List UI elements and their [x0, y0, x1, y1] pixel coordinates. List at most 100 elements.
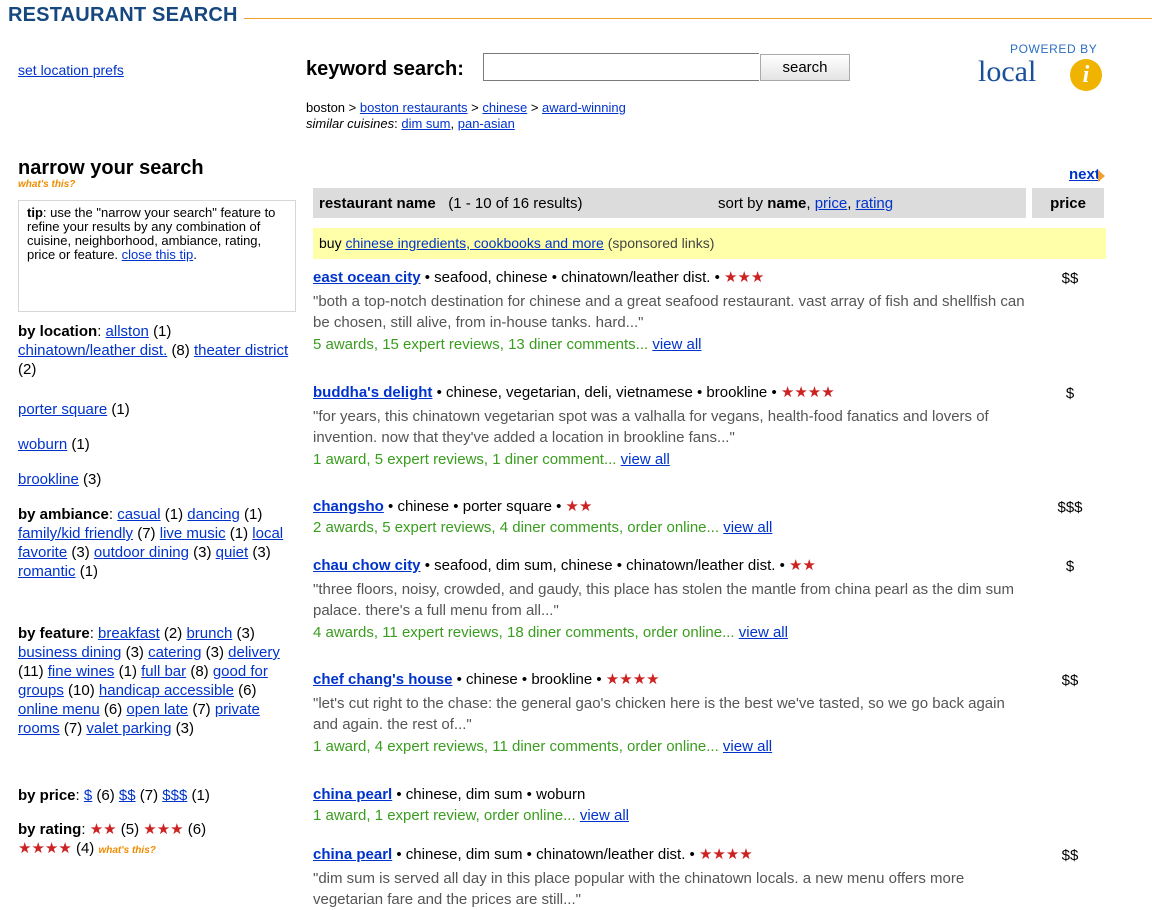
facet-link[interactable]: brookline	[18, 471, 79, 488]
page-title: RESTAURANT SEARCH	[8, 4, 244, 27]
keyword-search-input[interactable]	[483, 53, 759, 81]
facet-link[interactable]: brunch	[186, 625, 232, 642]
facet-link[interactable]: valet parking	[86, 720, 171, 737]
facet-link[interactable]: open late	[126, 701, 188, 718]
facet-link[interactable]: theater district	[194, 342, 288, 359]
star-rating-icon: ★★	[789, 557, 816, 574]
facet-link[interactable]: online menu	[18, 701, 100, 718]
restaurant-name-link[interactable]: china pearl	[313, 786, 392, 803]
facet-link[interactable]: romantic	[18, 563, 76, 580]
facet-feature: by feature: breakfast (2) brunch (3) bus…	[18, 625, 280, 737]
star-rating-icon: ★★	[565, 498, 593, 515]
view-all-link[interactable]: view all	[723, 519, 772, 536]
review-excerpt: "dim sum is served all day in this place…	[313, 870, 965, 908]
search-button[interactable]: search	[760, 54, 850, 81]
price-value: $$	[1061, 847, 1079, 864]
facet-rating: by rating: ★★ (5) ★★★ (6) ★★★★ (4) what's…	[18, 821, 207, 857]
local-i-logo-icon: i	[1070, 59, 1102, 91]
review-summary: 1 award, 1 expert review, order online..…	[313, 807, 629, 824]
restaurant-name-link[interactable]: chau chow city	[313, 557, 421, 574]
price-value: $$	[1061, 672, 1079, 689]
review-summary: 1 award, 4 expert reviews, 11 diner comm…	[313, 738, 773, 755]
star-rating-icon: ★★★★	[605, 671, 660, 688]
narrow-search-heading: narrow your search	[18, 157, 204, 179]
tip-box: tip: use the "narrow your search" featur…	[18, 200, 296, 312]
facet-link[interactable]: live music	[160, 525, 226, 542]
restaurant-name-link[interactable]: buddha's delight	[313, 384, 432, 401]
breadcrumb: boston > boston restaurants > chinese > …	[306, 100, 626, 115]
facet-link[interactable]: fine wines	[48, 663, 115, 680]
close-tip-link[interactable]: close this tip	[122, 247, 194, 262]
price-value: $$$	[1057, 499, 1083, 516]
facet-link[interactable]: $$	[119, 787, 136, 804]
view-all-link[interactable]: view all	[652, 336, 701, 353]
breadcrumb-link[interactable]: boston restaurants	[360, 100, 468, 115]
facet-link[interactable]: full bar	[141, 663, 186, 680]
facet-price: by price: $ (6) $$ (7) $$$ (1)	[18, 787, 210, 804]
facet-link[interactable]: dancing	[187, 506, 240, 523]
sort-current: name	[767, 195, 807, 212]
sort-controls: sort by name, price, rating	[718, 195, 894, 212]
result-item: east ocean city • seafood, chinese • chi…	[313, 268, 1033, 355]
rating-whats-this-link[interactable]: what's this?	[98, 845, 155, 856]
facet-link[interactable]: breakfast	[98, 625, 160, 642]
view-all-link[interactable]: view all	[580, 807, 629, 824]
facet-link[interactable]: delivery	[228, 644, 280, 661]
facet-link[interactable]: chinatown/leather dist.	[18, 342, 167, 359]
results-range: (1 - 10 of 16 results)	[448, 195, 583, 212]
facet-link[interactable]: quiet	[216, 544, 249, 561]
facet-link[interactable]: porter square	[18, 401, 107, 418]
next-page-link[interactable]: next	[1069, 166, 1100, 183]
facet-location: by location: allston (1) chinatown/leathe…	[18, 323, 289, 378]
restaurant-name-link[interactable]: east ocean city	[313, 269, 421, 286]
facet-link[interactable]: casual	[117, 506, 160, 523]
facet-location-item: porter square (1)	[18, 401, 130, 418]
price-value: $	[1065, 385, 1075, 402]
sort-by-price-link[interactable]: price	[815, 195, 848, 212]
sponsored-link[interactable]: chinese ingredients, cookbooks and more	[345, 235, 603, 251]
restaurant-name-link[interactable]: china pearl	[313, 846, 392, 863]
star-rating-3-icon: ★★★	[143, 821, 184, 838]
star-rating-icon: ★★★	[724, 269, 765, 286]
view-all-link[interactable]: view all	[621, 451, 670, 468]
similar-cuisine-link[interactable]: dim sum	[401, 116, 450, 131]
tip-label: tip	[27, 205, 43, 220]
facet-link[interactable]: family/kid friendly	[18, 525, 133, 542]
view-all-link[interactable]: view all	[723, 738, 772, 755]
facet-link[interactable]: woburn	[18, 436, 67, 453]
keyword-search-label: keyword search:	[306, 58, 464, 80]
facet-link[interactable]: $$$	[162, 787, 187, 804]
facet-link[interactable]: catering	[148, 644, 201, 661]
rating-filter-2[interactable]: ★★	[90, 821, 117, 838]
powered-by-label: POWERED BY	[1010, 42, 1098, 56]
result-item: chau chow city • seafood, dim sum, chine…	[313, 556, 1033, 643]
review-excerpt: "both a top-notch destination for chines…	[313, 293, 1025, 331]
facet-link[interactable]: allston	[106, 323, 149, 340]
price-value: $	[1065, 558, 1075, 575]
review-excerpt: "for years, this chinatown vegetarian sp…	[313, 408, 989, 446]
sort-by-rating-link[interactable]: rating	[856, 195, 894, 212]
restaurant-name-link[interactable]: chef chang's house	[313, 671, 452, 688]
star-rating-icon: ★★★★	[698, 846, 753, 863]
facet-link[interactable]: $	[84, 787, 92, 804]
facet-location-item: woburn (1)	[18, 436, 90, 453]
rating-filter-4[interactable]: ★★★★	[18, 840, 72, 857]
set-location-prefs-link[interactable]: set location prefs	[18, 62, 124, 78]
review-excerpt: "three floors, noisy, crowded, and gaudy…	[313, 581, 1014, 619]
breadcrumb-link[interactable]: chinese	[482, 100, 527, 115]
facet-link[interactable]: business dining	[18, 644, 121, 661]
result-item: china pearl • chinese, dim sum • chinato…	[313, 845, 1033, 910]
rating-filter-3[interactable]: ★★★	[143, 821, 183, 838]
facet-link[interactable]: outdoor dining	[94, 544, 189, 561]
facet-link[interactable]: handicap accessible	[99, 682, 234, 699]
breadcrumb-link[interactable]: award-winning	[542, 100, 626, 115]
review-summary: 4 awards, 11 expert reviews, 18 diner co…	[313, 624, 788, 641]
view-all-link[interactable]: view all	[739, 624, 788, 641]
star-rating-4-icon: ★★★★	[18, 840, 72, 857]
col-restaurant-name: restaurant name	[319, 195, 436, 212]
result-item: buddha's delight • chinese, vegetarian, …	[313, 383, 1033, 470]
similar-cuisine-link[interactable]: pan-asian	[458, 116, 515, 131]
restaurant-name-link[interactable]: changsho	[313, 498, 384, 515]
whats-this-link[interactable]: what's this?	[18, 179, 75, 190]
similar-cuisines-label: similar cuisines	[306, 116, 395, 131]
